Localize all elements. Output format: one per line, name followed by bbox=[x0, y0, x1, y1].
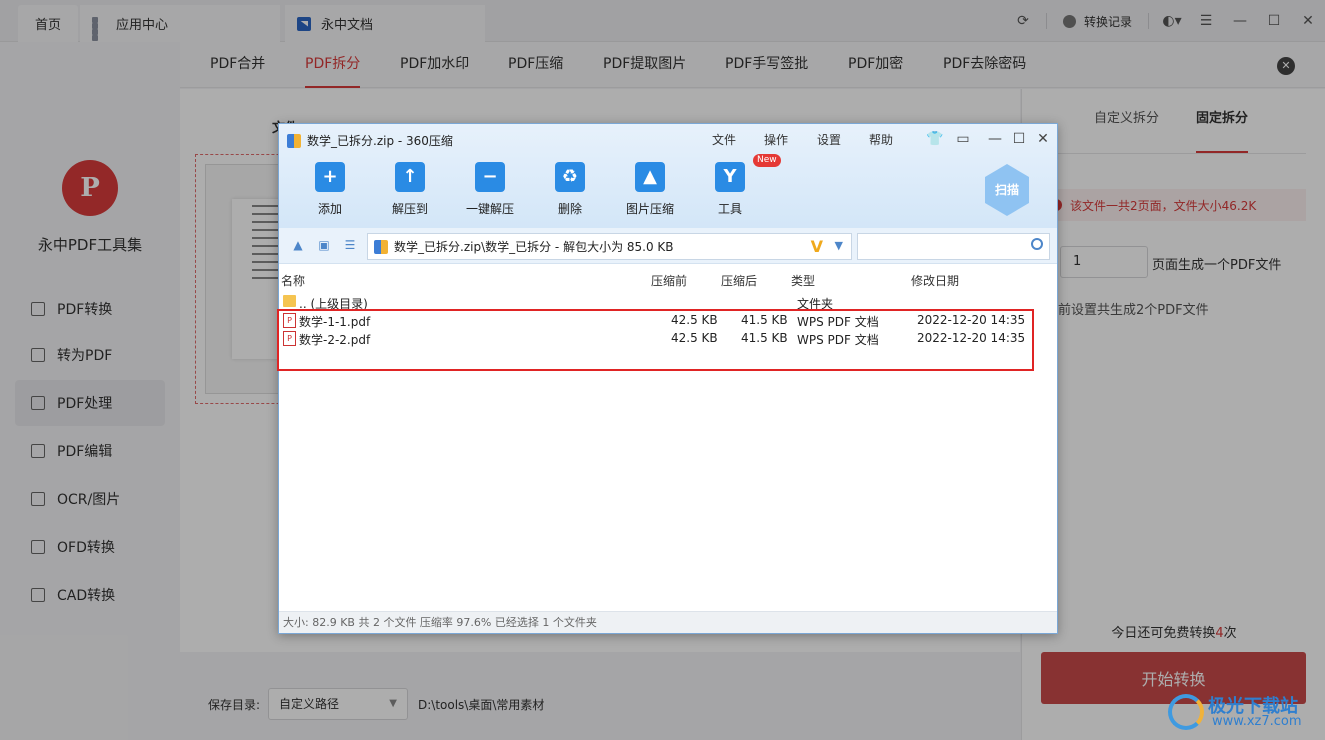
dialog-title-area: 数学_已拆分.zip - 360压缩 bbox=[287, 132, 453, 149]
zip-file-icon bbox=[374, 239, 388, 254]
close-icon[interactable]: ✕ bbox=[1032, 129, 1054, 149]
scan-button[interactable]: 扫描 bbox=[985, 164, 1029, 216]
tool-one-click-extract-button[interactable]: − 一键解压 bbox=[455, 162, 525, 217]
delete-icon: ♻ bbox=[555, 162, 585, 192]
col-type[interactable]: 类型 bbox=[791, 272, 815, 289]
tool-label: 添加 bbox=[317, 202, 342, 216]
path-bar: ▲ ▣ ☰ 数学_已拆分.zip\数学_已拆分 - 解包大小为 85.0 KB … bbox=[279, 228, 1057, 264]
archive-path-text: 数学_已拆分.zip\数学_已拆分 - 解包大小为 85.0 KB bbox=[394, 240, 674, 254]
tool-delete-button[interactable]: ♻ 删除 bbox=[535, 162, 605, 217]
tool-label: 图片压缩 bbox=[625, 202, 674, 216]
tools-icon: Y New bbox=[715, 154, 781, 192]
tool-label: 一键解压 bbox=[465, 202, 514, 216]
col-name[interactable]: 名称 bbox=[281, 272, 305, 289]
maximize-icon[interactable]: ☐ bbox=[1008, 129, 1030, 149]
new-badge: New bbox=[753, 154, 781, 167]
v-logo-icon: V bbox=[810, 237, 823, 256]
archive-search-input[interactable] bbox=[857, 233, 1050, 260]
menu-help[interactable]: 帮助 bbox=[869, 131, 893, 148]
zip-file-icon bbox=[287, 133, 301, 148]
tool-add-button[interactable]: + 添加 bbox=[295, 162, 365, 217]
menu-operation[interactable]: 操作 bbox=[764, 131, 788, 148]
one-click-extract-icon: − bbox=[475, 162, 505, 192]
column-headers: 名称 压缩前 压缩后 类型 修改日期 bbox=[279, 268, 1057, 290]
watermark-logo: 极光下载站 www.xz7.com bbox=[1168, 690, 1318, 734]
watermark-swirl-icon bbox=[1168, 694, 1204, 730]
tool-extract-to-button[interactable]: ↑ 解压到 bbox=[375, 162, 445, 217]
tool-tools-button[interactable]: Y New 工具 bbox=[695, 154, 781, 217]
archive-status-bar: 大小: 82.9 KB 共 2 个文件 压缩率 97.6% 已经选择 1 个文件… bbox=[279, 611, 1057, 633]
menu-file[interactable]: 文件 bbox=[712, 131, 736, 148]
col-date[interactable]: 修改日期 bbox=[911, 272, 959, 289]
image-compress-icon: ▲ bbox=[635, 162, 665, 192]
list-view-icon[interactable]: ☰ bbox=[343, 239, 357, 252]
tool-label: 删除 bbox=[557, 202, 582, 216]
dialog-title: 数学_已拆分.zip - 360压缩 bbox=[307, 134, 453, 148]
col-after[interactable]: 压缩后 bbox=[721, 272, 757, 289]
tool-image-compress-button[interactable]: ▲ 图片压缩 bbox=[615, 162, 685, 217]
dropdown-arrow-icon[interactable]: ▼ bbox=[835, 239, 843, 252]
feedback-icon[interactable]: ▭ bbox=[952, 129, 974, 149]
archive-toolbar: 数学_已拆分.zip - 360压缩 文件 操作 设置 帮助 👕 ▭ — ☐ ✕… bbox=[279, 124, 1057, 228]
search-icon[interactable] bbox=[1031, 238, 1043, 250]
archive-dialog: 数学_已拆分.zip - 360压缩 文件 操作 设置 帮助 👕 ▭ — ☐ ✕… bbox=[277, 123, 1058, 634]
col-before[interactable]: 压缩前 bbox=[651, 272, 687, 289]
highlight-box bbox=[277, 309, 1034, 371]
folder-icon bbox=[283, 295, 296, 307]
up-arrow-icon[interactable]: ▲ bbox=[291, 239, 305, 252]
archive-path-field[interactable]: 数学_已拆分.zip\数学_已拆分 - 解包大小为 85.0 KB V ▼ bbox=[367, 233, 852, 260]
extract-to-icon: ↑ bbox=[395, 162, 425, 192]
minimize-icon[interactable]: — bbox=[984, 129, 1006, 149]
thumbnail-view-icon[interactable]: ▣ bbox=[317, 239, 331, 252]
tool-label: 工具 bbox=[717, 202, 742, 216]
add-icon: + bbox=[315, 162, 345, 192]
skin-icon[interactable]: 👕 bbox=[924, 129, 946, 149]
watermark-url: www.xz7.com bbox=[1212, 714, 1302, 729]
menu-settings[interactable]: 设置 bbox=[817, 131, 841, 148]
tool-label: 解压到 bbox=[391, 202, 428, 216]
